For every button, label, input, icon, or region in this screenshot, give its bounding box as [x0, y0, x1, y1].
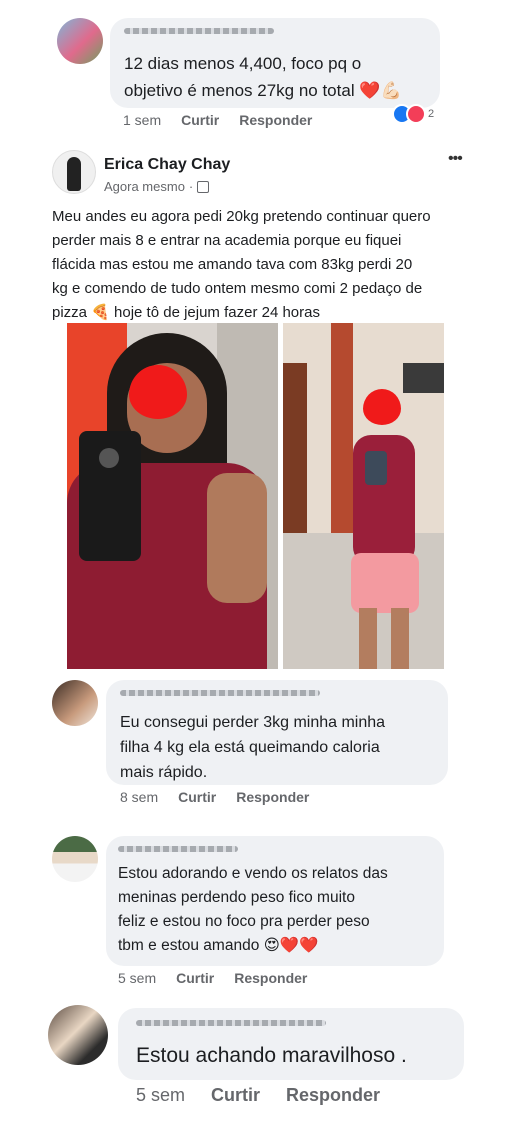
comment-text: Estou adorando e vendo os relatos das me… — [118, 865, 388, 954]
like-button[interactable]: Curtir — [176, 970, 214, 986]
blurred-commenter-name — [120, 690, 320, 696]
post-photo-before[interactable] — [67, 323, 278, 669]
comment-text: 12 dias menos 4,400, foco pq o objetivo … — [124, 54, 402, 100]
blurred-commenter-name — [136, 1020, 326, 1026]
friends-icon — [197, 180, 210, 193]
reaction-summary[interactable]: 2 — [392, 104, 434, 124]
more-options-icon[interactable]: ••• — [448, 150, 463, 168]
comment-actions: 1 sem Curtir Responder — [123, 112, 312, 128]
reply-button[interactable]: Responder — [234, 970, 307, 986]
reply-button[interactable]: Responder — [286, 1085, 380, 1106]
comment-bubble: Estou achando maravilhoso . — [118, 1008, 464, 1080]
reply-button[interactable]: Responder — [239, 112, 312, 128]
like-button[interactable]: Curtir — [181, 112, 219, 128]
post-author-name[interactable]: Erica Chay Chay — [104, 156, 230, 174]
reply-button[interactable]: Responder — [236, 789, 309, 805]
heart-face-cover — [363, 389, 401, 425]
post-photo-after[interactable] — [283, 323, 444, 669]
comment-time[interactable]: 1 sem — [123, 112, 161, 128]
comment-time[interactable]: 5 sem — [118, 970, 156, 986]
love-reaction-icon — [406, 104, 426, 124]
post-time[interactable]: Agora mesmo — [104, 179, 185, 194]
comment-actions: 5 sem Curtir Responder — [118, 970, 307, 986]
commenter-avatar[interactable] — [48, 1005, 108, 1065]
post-meta: Agora mesmo · — [104, 179, 210, 194]
commenter-avatar[interactable] — [52, 836, 98, 882]
heart-face-cover — [129, 365, 187, 419]
comment-time[interactable]: 8 sem — [120, 789, 158, 805]
comment-text: Eu consegui perder 3kg minha minha filha… — [120, 714, 386, 781]
comment-time[interactable]: 5 sem — [136, 1085, 185, 1106]
commenter-avatar[interactable] — [52, 680, 98, 726]
post-text: Meu andes eu agora pedi 20kg pretendo co… — [52, 208, 431, 321]
post-author-avatar[interactable] — [52, 150, 96, 194]
blurred-commenter-name — [124, 28, 274, 34]
comment-bubble: Estou adorando e vendo os relatos das me… — [106, 836, 444, 966]
comment-actions: 8 sem Curtir Responder — [120, 789, 309, 805]
commenter-avatar[interactable] — [57, 18, 103, 64]
blurred-commenter-name — [118, 846, 238, 852]
like-button[interactable]: Curtir — [178, 789, 216, 805]
like-button[interactable]: Curtir — [211, 1085, 260, 1106]
comment-bubble: Eu consegui perder 3kg minha minha filha… — [106, 680, 448, 785]
comment-bubble: 12 dias menos 4,400, foco pq o objetivo … — [110, 18, 440, 108]
comment-actions: 5 sem Curtir Responder — [136, 1085, 380, 1106]
reaction-count: 2 — [428, 108, 435, 120]
comment-text: Estou achando maravilhoso . — [136, 1044, 407, 1067]
